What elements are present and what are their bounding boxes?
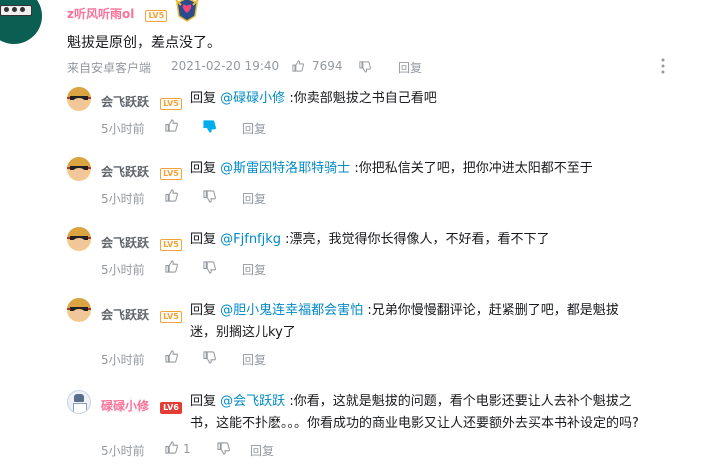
main-username-row: z听风听雨ol LV5 xyxy=(67,3,168,22)
main-like-count: 7694 xyxy=(312,59,343,73)
reply-like-count: 1 xyxy=(183,442,191,456)
reply-reply-button[interactable]: 回复 xyxy=(242,351,266,368)
reply-mention[interactable]: @Fjfnfjkg xyxy=(220,232,281,247)
reply-dislike-button[interactable] xyxy=(203,188,216,207)
dislike-icon xyxy=(359,61,371,73)
reply-username[interactable]: 会飞跃跃 xyxy=(101,165,149,179)
main-like-button[interactable] xyxy=(292,57,304,76)
reply-time: 5小时前 xyxy=(101,122,145,136)
like-icon xyxy=(292,60,304,72)
reply-reply-button[interactable]: 回复 xyxy=(250,442,274,459)
reply-username-row: 会飞跃跃 LV5 xyxy=(101,232,182,251)
reply-avatar[interactable] xyxy=(67,390,91,414)
main-username[interactable]: z听风听雨ol xyxy=(67,7,134,21)
reply-username-row: 会飞跃跃 LV5 xyxy=(101,304,182,323)
reply-dislike-button[interactable] xyxy=(203,259,216,278)
main-comment-text: 魁拔是原创，差点没了。 xyxy=(67,35,221,51)
reply-username[interactable]: 碌碌小修 xyxy=(101,399,149,413)
reply-username-row: 会飞跃跃 LV5 xyxy=(101,161,182,180)
dislike-icon xyxy=(203,190,216,203)
reply-mention[interactable]: @胆小鬼连幸福都会害怕 xyxy=(220,303,363,318)
reply-avatar[interactable] xyxy=(67,87,91,111)
main-reply-button[interactable]: 回复 xyxy=(398,59,422,76)
reply-like-button[interactable] xyxy=(165,117,178,136)
main-level-badge: LV5 xyxy=(145,10,168,22)
medal-icon xyxy=(174,0,200,22)
reply-username[interactable]: 会飞跃跃 xyxy=(101,95,149,109)
reply-avatar[interactable] xyxy=(67,227,91,251)
reply-text: 回复 @会飞跃跃 :你看，这就是魁拔的问题，看个电影还要让人去补个魁拔之 书，这… xyxy=(190,391,695,435)
dislike-icon xyxy=(217,442,230,455)
reply-level-badge: LV5 xyxy=(160,239,182,251)
reply-level-badge: LV6 xyxy=(160,402,182,414)
reply-time: 5小时前 xyxy=(101,353,145,367)
reply-like-button[interactable] xyxy=(165,187,178,206)
reply-level-badge: LV5 xyxy=(160,311,182,323)
reply-reply-button[interactable]: 回复 xyxy=(242,261,266,278)
reply-content: :你看，这就是魁拔的问题，看个电影还要让人去补个魁拔之 xyxy=(289,394,632,409)
like-icon xyxy=(165,441,178,454)
reply-content: :你把私信关了吧，把你冲进太阳都不至于 xyxy=(354,161,593,176)
reply-prefix: 回复 xyxy=(190,91,217,106)
main-datetime: 2021-02-20 19:40 xyxy=(171,59,280,73)
reply-time: 5小时前 xyxy=(101,192,145,206)
reply-dislike-button[interactable] xyxy=(203,349,216,368)
reply-avatar[interactable] xyxy=(67,157,91,181)
like-icon xyxy=(165,260,178,273)
reply-reply-button[interactable]: 回复 xyxy=(242,120,266,137)
reply-username-row: 碌碌小修 LV6 xyxy=(101,395,182,414)
reply-content: :漂亮，我觉得你长得像人，不好看，看不下了 xyxy=(285,232,550,247)
reply-prefix: 回复 xyxy=(190,303,217,318)
reply-username-row: 会飞跃跃 LV5 xyxy=(101,91,182,110)
reply-text: 回复 @碌碌小修 :你卖部魁拔之书自己看吧 xyxy=(190,88,690,110)
reply-text: 回复 @Fjfnfjkg :漂亮，我觉得你长得像人，不好看，看不下了 xyxy=(190,229,690,251)
reply-like-button[interactable] xyxy=(165,348,178,367)
reply-username[interactable]: 会飞跃跃 xyxy=(101,308,149,322)
reply-prefix: 回复 xyxy=(190,394,217,409)
dislike-icon xyxy=(203,120,216,133)
like-icon xyxy=(165,119,178,132)
main-dislike-button[interactable] xyxy=(359,58,371,77)
reply-dislike-button[interactable] xyxy=(203,118,216,137)
reply-mention[interactable]: @斯雷因特洛耶特骑士 xyxy=(220,161,350,176)
reply-mention[interactable]: @会飞跃跃 xyxy=(220,394,285,409)
reply-like-button[interactable] xyxy=(165,258,178,277)
reply-time: 5小时前 xyxy=(101,263,145,277)
reply-mention[interactable]: @碌碌小修 xyxy=(220,91,285,106)
reply-level-badge: LV5 xyxy=(160,168,182,180)
reply-text: 回复 @胆小鬼连幸福都会害怕 :兄弟你慢慢翻评论，赶紧删了吧，都是魁拔 迷，别搁… xyxy=(190,300,690,344)
dislike-icon xyxy=(203,351,216,364)
avatar-decoration xyxy=(0,5,32,16)
reply-content-line2: 书，这能不扑麽。。。你看成功的商业电影又让人还要额外去买本书补设定的吗? xyxy=(190,416,639,431)
reply-content: :兄弟你慢慢翻评论，赶紧删了吧，都是魁拔 xyxy=(367,303,619,318)
reply-text: 回复 @斯雷因特洛耶特骑士 :你把私信关了吧，把你冲进太阳都不至于 xyxy=(190,158,690,180)
reply-content: :你卖部魁拔之书自己看吧 xyxy=(289,91,437,106)
reply-like-button[interactable] xyxy=(165,439,178,458)
main-source: 来自安卓客户端 xyxy=(67,61,152,75)
main-avatar[interactable] xyxy=(0,0,42,44)
dislike-icon xyxy=(203,261,216,274)
reply-avatar[interactable] xyxy=(67,298,91,322)
reply-prefix: 回复 xyxy=(190,161,217,176)
reply-reply-button[interactable]: 回复 xyxy=(242,190,266,207)
reply-username[interactable]: 会飞跃跃 xyxy=(101,236,149,250)
reply-time: 5小时前 xyxy=(101,444,145,458)
reply-dislike-button[interactable] xyxy=(217,440,230,459)
reply-level-badge: LV5 xyxy=(160,98,182,110)
reply-content-line2: 迷，别搁这儿ky了 xyxy=(190,325,296,340)
like-icon xyxy=(165,350,178,363)
reply-prefix: 回复 xyxy=(190,232,217,247)
more-icon[interactable] xyxy=(660,57,666,75)
like-icon xyxy=(165,189,178,202)
